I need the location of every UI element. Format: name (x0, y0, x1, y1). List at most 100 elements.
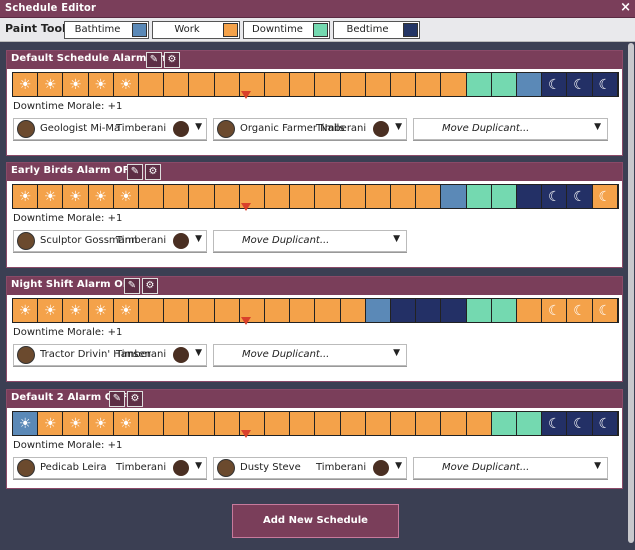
schedule-block[interactable]: ☾ (567, 412, 593, 435)
schedule-block[interactable]: ☾ (542, 185, 568, 208)
paint-tool-bathtime[interactable]: Bathtime (64, 21, 149, 39)
schedule-block[interactable] (517, 299, 543, 322)
schedule-block[interactable]: ☀ (13, 185, 39, 208)
edit-icon[interactable]: ✎ (127, 164, 143, 180)
schedule-block[interactable] (391, 73, 417, 96)
schedule-block[interactable] (416, 299, 442, 322)
schedule-block[interactable] (265, 185, 291, 208)
schedule-block[interactable]: ☀ (13, 299, 39, 322)
schedule-block[interactable] (139, 412, 165, 435)
schedule-block[interactable]: ☀ (88, 299, 114, 322)
add-new-schedule-button[interactable]: Add New Schedule (232, 504, 399, 538)
schedule-block[interactable] (365, 412, 392, 435)
schedule-block[interactable] (189, 185, 215, 208)
edit-icon[interactable]: ✎ (124, 278, 140, 294)
schedule-block[interactable] (365, 299, 392, 322)
schedule-block[interactable] (315, 299, 341, 322)
schedule-block[interactable] (340, 185, 366, 208)
schedule-block[interactable]: ☾ (542, 73, 568, 96)
schedule-name[interactable]: Default Schedule Alarm On (11, 53, 166, 64)
schedule-block[interactable]: ☀ (113, 412, 140, 435)
duplicant-dropdown[interactable]: Organic Farmer Nails Timberani ▼ (213, 118, 407, 140)
paint-tool-bedtime[interactable]: Bedtime (333, 21, 420, 39)
schedule-block[interactable]: ☀ (38, 299, 64, 322)
duplicant-dropdown[interactable]: Geologist Mi-Ma Timberani ▼ (13, 118, 207, 140)
schedule-block[interactable] (214, 185, 240, 208)
schedule-block[interactable]: ☾ (542, 299, 568, 322)
schedule-block[interactable] (365, 73, 392, 96)
schedule-block[interactable]: ☀ (38, 412, 64, 435)
schedule-block[interactable] (466, 185, 492, 208)
schedule-block[interactable] (391, 412, 417, 435)
schedule-block[interactable] (290, 412, 316, 435)
paint-tool-downtime[interactable]: Downtime (243, 21, 330, 39)
schedule-block[interactable]: ☀ (13, 412, 39, 435)
move-duplicant-dropdown[interactable]: Move Duplicant... ▼ (213, 344, 407, 366)
schedule-block[interactable] (265, 299, 291, 322)
schedule-block[interactable] (441, 185, 467, 208)
schedule-block[interactable]: ☾ (592, 299, 618, 322)
schedule-block[interactable] (139, 299, 165, 322)
schedule-block[interactable] (441, 412, 467, 435)
gear-icon[interactable]: ⚙ (145, 164, 161, 180)
schedule-block[interactable]: ☀ (63, 412, 89, 435)
schedule-block[interactable]: ☾ (567, 299, 593, 322)
schedule-block[interactable]: ☀ (113, 73, 140, 96)
schedule-block[interactable] (441, 73, 467, 96)
schedule-block[interactable] (265, 412, 291, 435)
schedule-block[interactable] (315, 73, 341, 96)
schedule-block[interactable] (214, 299, 240, 322)
schedule-block[interactable] (290, 185, 316, 208)
schedule-block[interactable]: ☾ (592, 73, 618, 96)
schedule-block[interactable] (214, 73, 240, 96)
schedule-block[interactable] (265, 73, 291, 96)
schedule-block[interactable] (466, 412, 492, 435)
schedule-block[interactable] (391, 185, 417, 208)
schedule-block[interactable] (164, 299, 190, 322)
schedule-block[interactable] (491, 73, 518, 96)
duplicant-dropdown[interactable]: Tractor Drivin' Hansen Timberani ▼ (13, 344, 207, 366)
schedule-block[interactable] (491, 185, 518, 208)
schedule-name[interactable]: Early Birds Alarm OFF (11, 165, 137, 176)
schedule-block[interactable] (189, 73, 215, 96)
schedule-block[interactable]: ☀ (88, 412, 114, 435)
schedule-block[interactable]: ☾ (567, 73, 593, 96)
schedule-block[interactable] (290, 299, 316, 322)
schedule-block[interactable] (340, 412, 366, 435)
schedule-block[interactable] (340, 299, 366, 322)
schedule-block[interactable] (315, 185, 341, 208)
schedule-list[interactable]: Default Schedule Alarm On ✎ ⚙ ☀ ☀ ☀ ☀ ☀ ☾ ☾ ☾ Downt… (0, 43, 627, 550)
move-duplicant-dropdown[interactable]: Move Duplicant... ▼ (413, 118, 608, 140)
schedule-block[interactable] (340, 73, 366, 96)
gear-icon[interactable]: ⚙ (127, 391, 143, 407)
duplicant-dropdown[interactable]: Sculptor Gossmann Timberani ▼ (13, 230, 207, 252)
duplicant-dropdown[interactable]: Dusty Steve Timberani ▼ (213, 457, 407, 479)
schedule-block[interactable]: ☾ (567, 185, 593, 208)
schedule-name[interactable]: Night Shift Alarm OFF (11, 279, 137, 290)
schedule-block[interactable]: ☀ (38, 185, 64, 208)
schedule-block[interactable] (466, 299, 492, 322)
schedule-timeline[interactable]: ☀ ☀ ☀ ☀ ☀ ☾ ☾ ☾ (12, 72, 619, 99)
schedule-block[interactable]: ☀ (63, 185, 89, 208)
edit-icon[interactable]: ✎ (109, 391, 125, 407)
schedule-block[interactable]: ☀ (113, 185, 140, 208)
move-duplicant-dropdown[interactable]: Move Duplicant... ▼ (213, 230, 407, 252)
gear-icon[interactable]: ⚙ (164, 52, 180, 68)
schedule-block[interactable] (491, 412, 518, 435)
schedule-timeline[interactable]: ☀ ☀ ☀ ☀ ☀ ☾ ☾ ☾ (12, 184, 619, 211)
schedule-block[interactable] (517, 73, 543, 96)
schedule-block[interactable] (466, 73, 492, 96)
schedule-block[interactable] (290, 73, 316, 96)
schedule-block[interactable] (139, 73, 165, 96)
schedule-block[interactable] (517, 185, 543, 208)
schedule-block[interactable]: ☾ (592, 412, 618, 435)
schedule-block[interactable] (164, 73, 190, 96)
schedule-block[interactable]: ☀ (88, 73, 114, 96)
schedule-block[interactable] (139, 185, 165, 208)
schedule-block[interactable] (164, 185, 190, 208)
schedule-block[interactable] (491, 299, 518, 322)
scrollbar-thumb[interactable] (628, 43, 634, 543)
schedule-block[interactable] (189, 412, 215, 435)
schedule-block[interactable] (416, 73, 442, 96)
schedule-block[interactable]: ☀ (38, 73, 64, 96)
